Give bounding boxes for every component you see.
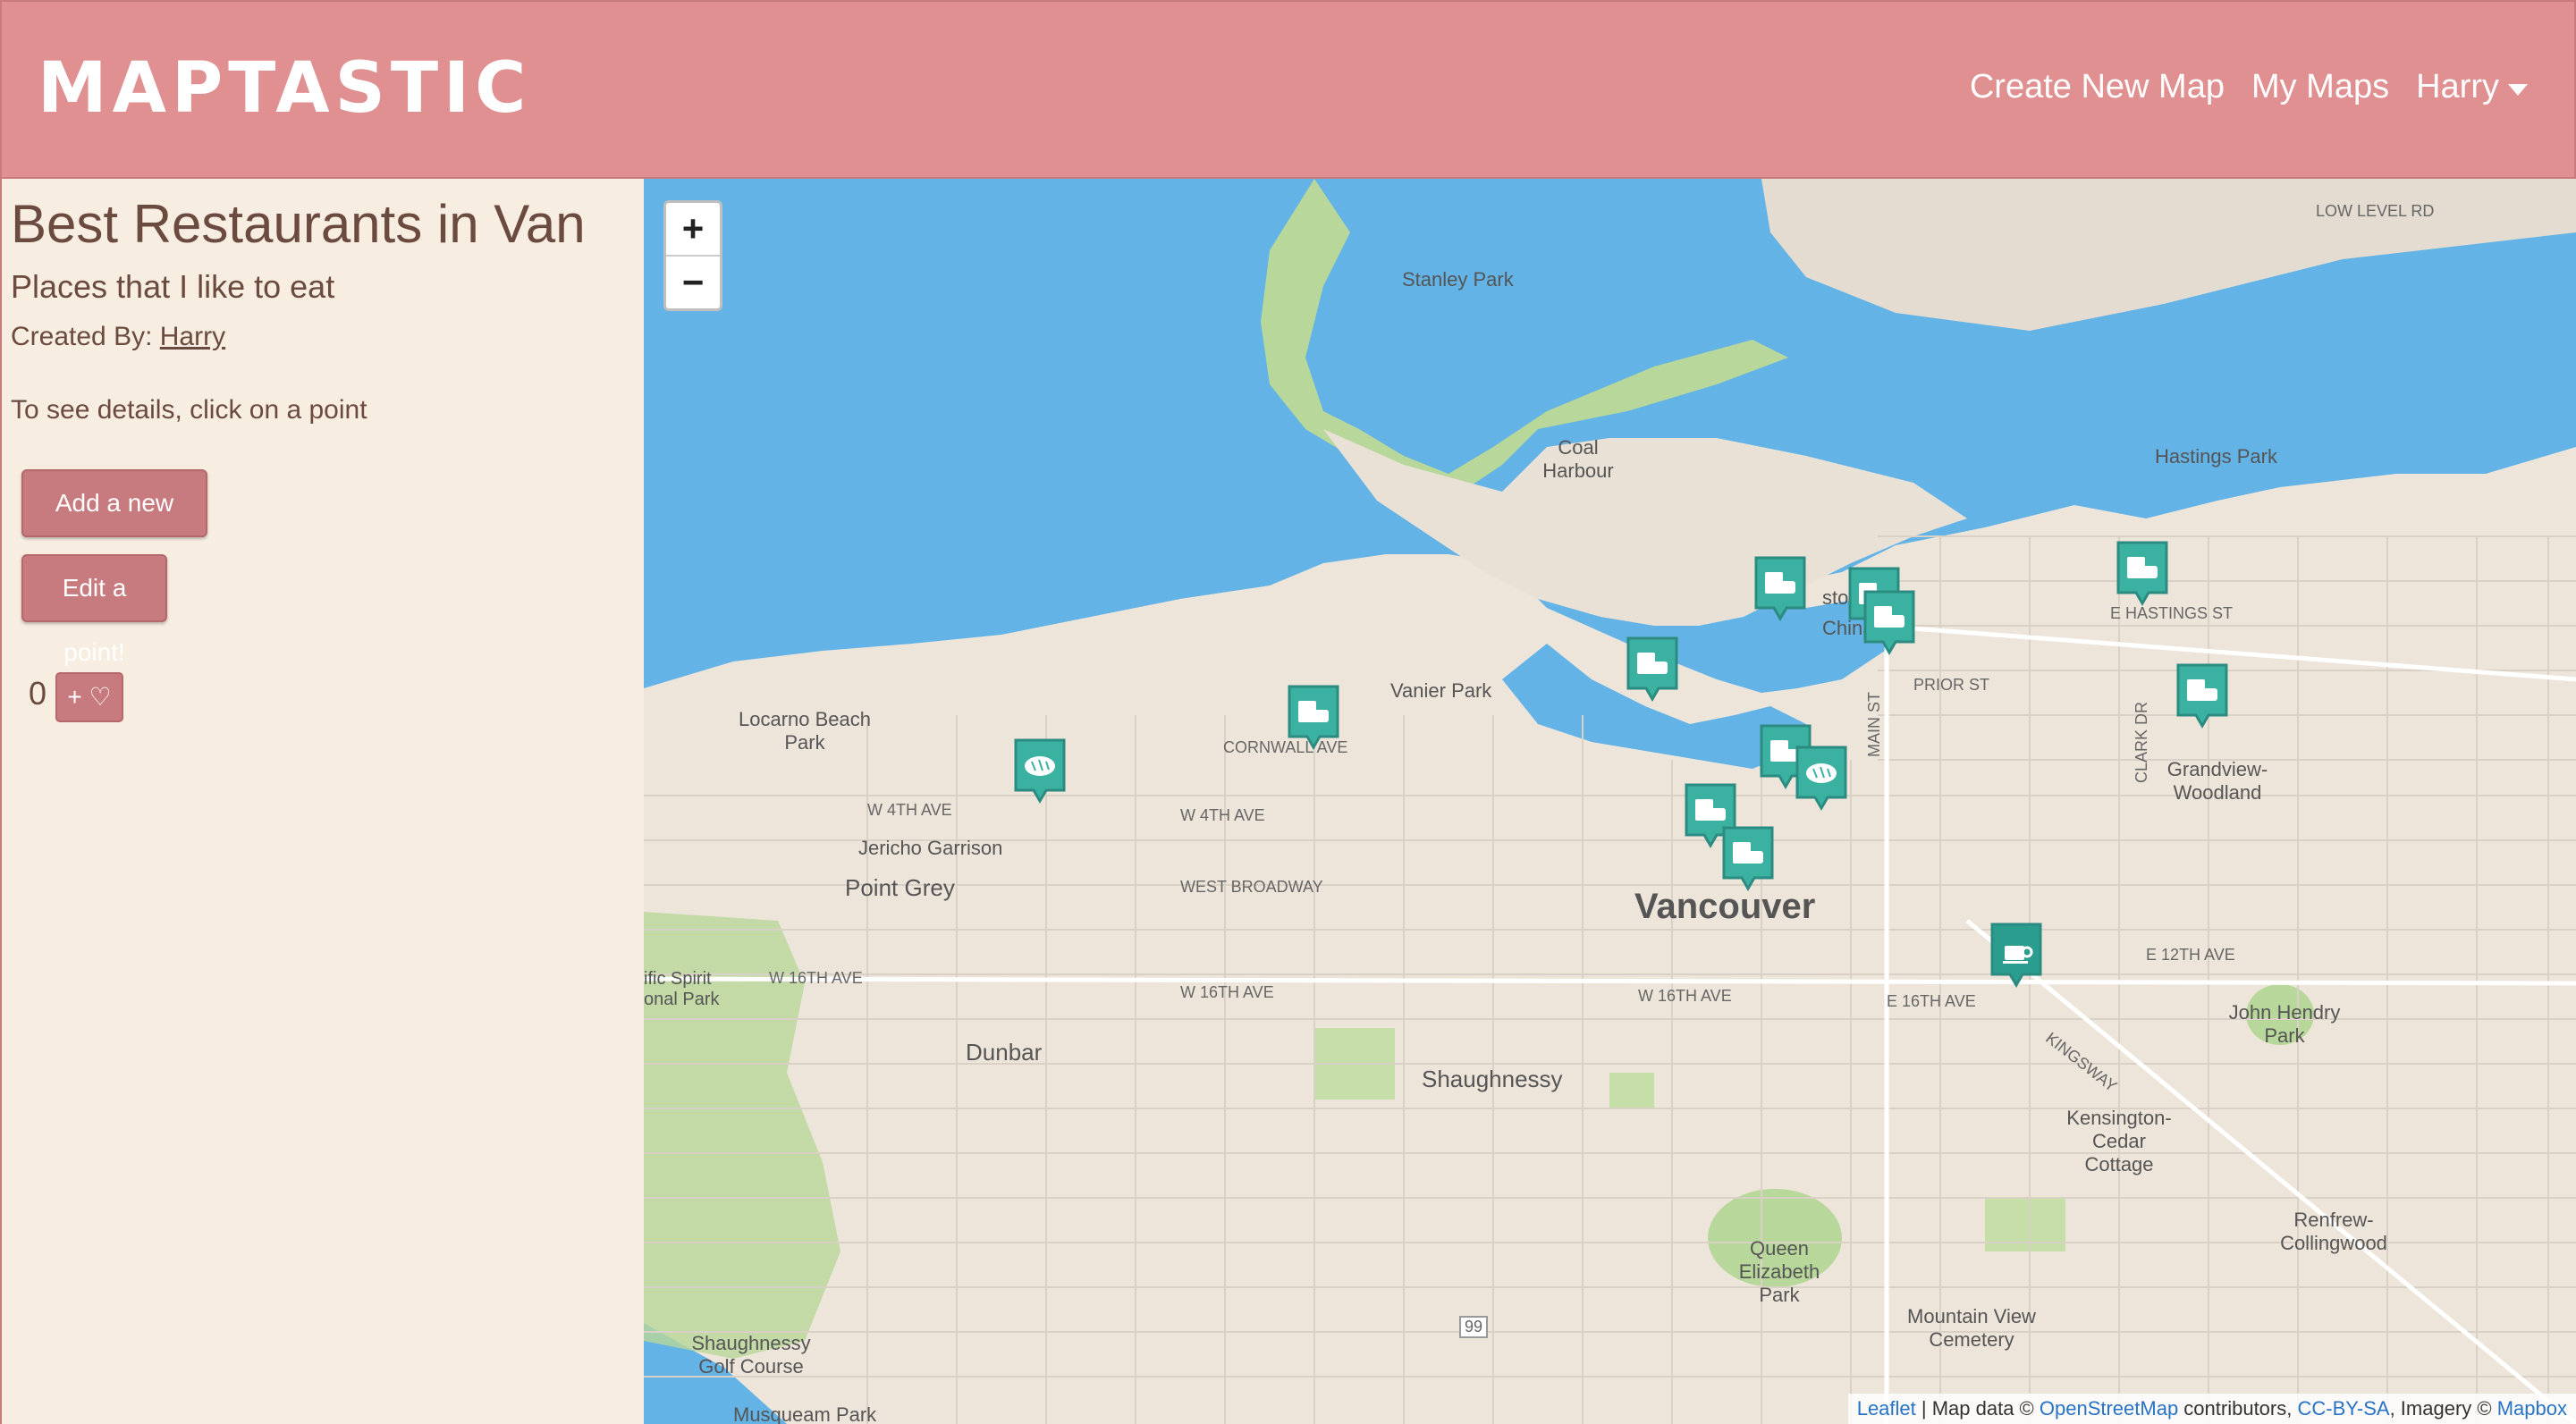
map-marker[interactable] <box>1794 744 1849 812</box>
bakery-icon <box>1795 746 1847 811</box>
restaurant-icon <box>2176 663 2228 729</box>
attribution-imagery: , Imagery © <box>2389 1397 2497 1420</box>
top-navbar: MAPTASTIC Create New Map My Maps Harry <box>0 0 2576 179</box>
leaflet-link[interactable]: Leaflet <box>1857 1397 1916 1420</box>
street-w-16th-ave: W 16TH AVE <box>769 969 863 987</box>
my-maps-link[interactable]: My Maps <box>2251 68 2389 106</box>
street-w-4th-ave-2: W 4TH AVE <box>1180 806 1265 824</box>
label-jericho-garrison: Jericho Garrison <box>858 837 1003 859</box>
label-locarno-beach-park: Locarno Beach Park <box>739 708 871 754</box>
label-vancouver: Vancouver <box>1634 887 1816 926</box>
map-marker[interactable] <box>1625 635 1680 703</box>
label-hastings-park: Hastings Park <box>2155 445 2277 468</box>
cc-by-sa-link[interactable]: CC-BY-SA <box>2297 1397 2389 1420</box>
zoom-out-button[interactable]: − <box>666 257 720 308</box>
zoom-in-button[interactable]: + <box>666 203 720 257</box>
attribution-contributors: contributors, <box>2178 1397 2298 1420</box>
create-new-map-link[interactable]: Create New Map <box>1970 68 2225 106</box>
highway-99-shield: 99 <box>1459 1316 1489 1338</box>
attribution-text: | Map data © <box>1915 1397 2040 1420</box>
caret-down-icon <box>2508 84 2528 96</box>
label-john-hendry-park: John Hendry Park <box>2228 1001 2341 1047</box>
created-by-label: Created By: <box>11 322 153 351</box>
map-marker[interactable] <box>1012 737 1068 805</box>
street-low-level-rd: LOW LEVEL RD <box>2316 202 2435 220</box>
map-description: Places that I like to eat <box>11 268 335 305</box>
map-view[interactable]: Stanley Park Coal Harbour Vanier Park Lo… <box>644 179 2576 1424</box>
openstreetmap-link[interactable]: OpenStreetMap <box>2040 1397 2178 1420</box>
map-marker[interactable] <box>1862 588 1917 656</box>
cafe-icon <box>1990 923 2042 988</box>
green-area <box>1609 1073 1654 1108</box>
mapbox-link[interactable]: Mapbox <box>2497 1397 2567 1420</box>
map-details-panel: Best Restaurants in Van Places that I li… <box>0 179 644 1424</box>
label-coal-harbour: Coal Harbour <box>1542 436 1614 482</box>
label-vanier-park: Vanier Park <box>1390 679 1492 702</box>
street-west-broadway: WEST BROADWAY <box>1180 878 1323 896</box>
street-w-16th-ave-3: W 16TH AVE <box>1638 987 1732 1005</box>
label-mountain-view-cemetery: Mountain View Cemetery <box>1907 1305 2036 1351</box>
label-grandview-woodland: Grandview-Woodland <box>2166 758 2268 804</box>
map-marker[interactable] <box>2115 539 2170 607</box>
map-marker[interactable] <box>2175 661 2230 729</box>
add-point-button[interactable]: Add a new point! <box>21 469 207 581</box>
zoom-control: + − <box>663 200 722 311</box>
label-shaughnessy: Shaughnessy <box>1422 1066 1563 1092</box>
author-link[interactable]: Harry <box>160 322 225 351</box>
street-w-16th-ave-2: W 16TH AVE <box>1180 983 1274 1001</box>
map-marker[interactable] <box>1989 921 2044 989</box>
map-marker[interactable] <box>1286 683 1341 751</box>
label-stanley-park: Stanley Park <box>1402 268 1514 291</box>
label-musqueam-park: Musqueam Park <box>733 1403 877 1424</box>
street-prior-st: PRIOR ST <box>1913 676 1990 694</box>
restaurant-icon <box>1626 636 1678 702</box>
label-queen-elizabeth-park: Queen Elizabeth Park <box>1738 1237 1820 1306</box>
details-hint: To see details, click on a point <box>11 395 367 425</box>
label-shaughnessy-golf-course: Shaughnessy Golf Course <box>691 1332 811 1378</box>
user-name: Harry <box>2416 68 2499 105</box>
label-point-grey: Point Grey <box>845 874 955 901</box>
brand-logo[interactable]: MAPTASTIC <box>38 48 531 129</box>
street-e-12th-ave: E 12TH AVE <box>2146 946 2235 964</box>
like-button[interactable]: + ♡ <box>55 672 123 722</box>
map-attribution: Leaflet | Map data © OpenStreetMap contr… <box>1847 1394 2576 1424</box>
map-marker[interactable] <box>1753 554 1808 622</box>
restaurant-icon <box>1754 556 1806 621</box>
street-main-st: MAIN ST <box>1865 691 1884 758</box>
street-w-4th-ave: W 4TH AVE <box>867 801 952 819</box>
label-kensington-cedar-cottage: Kensington-Cedar Cottage <box>2066 1107 2172 1175</box>
restaurant-icon <box>2116 541 2168 606</box>
label-pacific-spirit-park: ific Spirit onal Park <box>644 969 720 1009</box>
label-dunbar: Dunbar <box>966 1039 1043 1066</box>
like-count: 0 <box>29 675 47 712</box>
street-e-hastings-st: E HASTINGS ST <box>2110 604 2234 622</box>
map-title: Best Restaurants in Van <box>11 194 586 254</box>
restaurant-icon <box>1722 826 1774 891</box>
bakery-icon <box>1014 738 1066 804</box>
nav-menu: Create New Map My Maps Harry <box>1970 68 2528 106</box>
restaurant-icon <box>1288 685 1339 750</box>
restaurant-icon <box>1863 590 1915 655</box>
label-renfrew-collingwood: Renfrew-Collingwood <box>2280 1209 2387 1254</box>
street-e-16th-ave: E 16TH AVE <box>1887 992 1976 1010</box>
edit-point-button[interactable]: Edit a point! <box>21 554 167 666</box>
created-by: Created By: Harry <box>11 322 225 352</box>
street-clark-dr: CLARK DR <box>2133 701 2151 784</box>
map-marker[interactable] <box>1720 824 1776 892</box>
user-dropdown[interactable]: Harry <box>2416 68 2528 106</box>
